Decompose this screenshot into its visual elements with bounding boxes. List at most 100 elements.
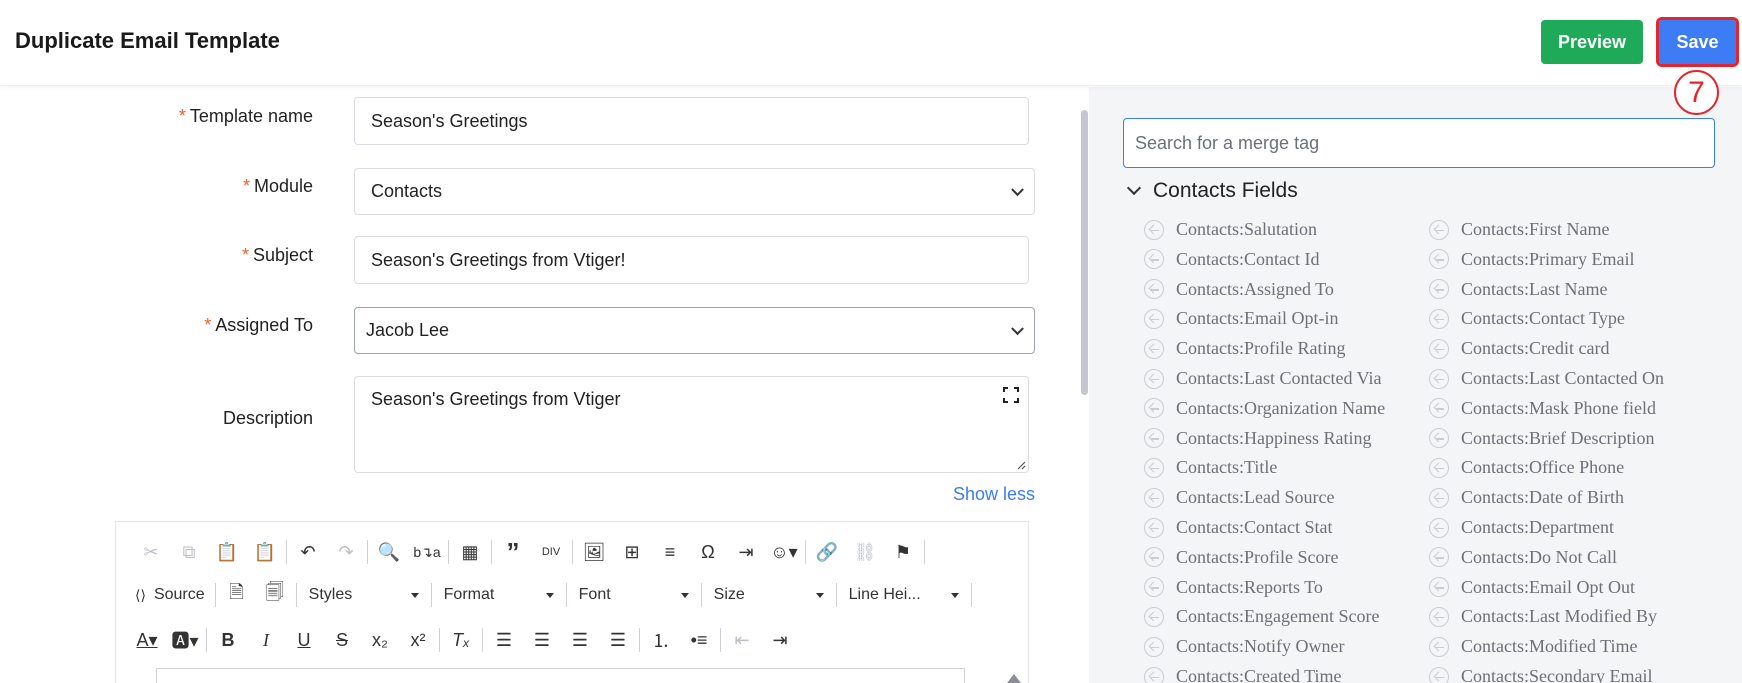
show-less-link[interactable]: Show less — [953, 484, 1035, 505]
create-div-icon[interactable]: DIV — [532, 537, 570, 567]
find-icon[interactable]: 🔍 — [370, 537, 408, 567]
merge-tag-item[interactable]: Contacts:Engagement Score — [1144, 606, 1379, 627]
merge-tag-item[interactable]: Contacts:Organization Name — [1144, 398, 1385, 419]
expand-icon[interactable] — [1003, 387, 1019, 403]
align-center-icon[interactable]: ☰ — [523, 625, 561, 655]
top-bar: Duplicate Email Template Preview Save — [0, 0, 1742, 86]
merge-tag-item[interactable]: Contacts:Modified Time — [1429, 636, 1638, 657]
superscript-icon[interactable]: x² — [399, 625, 437, 655]
description-textarea[interactable]: Season's Greetings from Vtiger — [354, 376, 1029, 473]
scroll-up-arrow-icon[interactable] — [1007, 674, 1021, 683]
bulleted-list-icon[interactable]: •≡ — [680, 625, 718, 655]
merge-tag-item[interactable]: Contacts:Title — [1144, 457, 1277, 478]
merge-tag-item[interactable]: Contacts:Notify Owner — [1144, 636, 1344, 657]
merge-tag-label: Contacts:Reports To — [1176, 576, 1323, 597]
justify-icon[interactable]: ☰ — [599, 625, 637, 655]
horizontal-line-icon[interactable]: ≡ — [651, 537, 689, 567]
form-template-icon[interactable]: ▦ — [451, 537, 489, 567]
merge-tag-item[interactable]: Contacts:Office Phone — [1429, 457, 1624, 478]
undo-icon[interactable]: ↶ — [289, 537, 327, 567]
merge-tag-item[interactable]: Contacts:Profile Rating — [1144, 338, 1345, 359]
merge-tag-item[interactable]: Contacts:Last Contacted On — [1429, 368, 1664, 389]
insert-arrow-icon — [1429, 368, 1449, 389]
resize-grip-icon[interactable] — [1016, 460, 1026, 470]
align-left-icon[interactable]: ☰ — [485, 625, 523, 655]
merge-tag-item[interactable]: Contacts:Happiness Rating — [1144, 428, 1371, 449]
blockquote-icon[interactable]: ” — [494, 537, 532, 567]
insert-arrow-icon — [1144, 457, 1164, 478]
copy-icon[interactable]: ⧉ — [170, 537, 208, 567]
chevron-down-icon — [1126, 180, 1142, 196]
preview-button[interactable]: Preview — [1541, 20, 1643, 64]
bold-icon[interactable]: B — [209, 625, 247, 655]
preview-doc-icon[interactable]: 🗐 — [256, 580, 294, 610]
merge-tag-item[interactable]: Contacts:Email Opt-in — [1144, 308, 1338, 329]
merge-tag-item[interactable]: Contacts:Last Contacted Via — [1144, 368, 1382, 389]
anchor-flag-icon[interactable]: ⚑ — [884, 537, 922, 567]
merge-tag-item[interactable]: Contacts:Date of Birth — [1429, 487, 1624, 508]
merge-tag-item[interactable]: Contacts:Reports To — [1144, 577, 1323, 598]
align-right-icon[interactable]: ☰ — [561, 625, 599, 655]
subject-input[interactable]: Season's Greetings from Vtiger! — [354, 236, 1029, 284]
form-scrollbar[interactable] — [1081, 110, 1088, 395]
template-name-input[interactable]: Season's Greetings — [354, 97, 1029, 145]
image-icon[interactable]: 🖼 — [575, 537, 613, 567]
insert-break-icon[interactable]: ⇥ — [727, 537, 765, 567]
line-height-dropdown[interactable]: Line Hei... — [839, 580, 969, 610]
merge-tag-item[interactable]: Contacts:Department — [1429, 517, 1614, 538]
insert-arrow-icon — [1144, 338, 1164, 359]
merge-tag-item[interactable]: Contacts:Mask Phone field — [1429, 398, 1656, 419]
emoji-icon[interactable]: ☺▾ — [765, 537, 803, 567]
replace-icon[interactable]: b↴a — [408, 537, 446, 567]
merge-tag-item[interactable]: Contacts:Created Time — [1144, 666, 1342, 683]
link-icon[interactable]: 🔗 — [808, 537, 846, 567]
editor-content-area[interactable] — [156, 668, 965, 683]
module-select[interactable]: Contacts — [354, 168, 1035, 215]
assigned-to-select[interactable]: Jacob Lee — [354, 307, 1035, 354]
numbered-list-icon[interactable]: ⒈ — [642, 625, 680, 655]
merge-tag-item[interactable]: Contacts:Primary Email — [1429, 249, 1634, 270]
merge-tag-item[interactable]: Contacts:Brief Description — [1429, 428, 1654, 449]
merge-tag-item[interactable]: Contacts:Lead Source — [1144, 487, 1334, 508]
merge-tag-item[interactable]: Contacts:Email Opt Out — [1429, 577, 1635, 598]
merge-tag-item[interactable]: Contacts:Contact Id — [1144, 249, 1319, 270]
subscript-icon[interactable]: x₂ — [361, 625, 399, 655]
italic-icon[interactable]: I — [247, 625, 285, 655]
decrease-indent-icon[interactable]: ⇤ — [723, 625, 761, 655]
unlink-icon[interactable]: ⛓ — [846, 537, 884, 567]
text-color-icon[interactable]: A▾ — [128, 625, 166, 655]
background-color-icon[interactable]: 🅰▾ — [166, 625, 204, 655]
remove-format-icon[interactable]: Tₓ — [442, 625, 480, 655]
special-character-icon[interactable]: Ω — [689, 537, 727, 567]
contacts-fields-section-header[interactable]: Contacts Fields — [1123, 179, 1298, 203]
merge-tag-label: Contacts:Contact Stat — [1176, 517, 1333, 537]
merge-tag-item[interactable]: Contacts:Assigned To — [1144, 279, 1334, 300]
merge-tag-item[interactable]: Contacts:Salutation — [1144, 219, 1317, 240]
table-icon[interactable]: ⊞ — [613, 537, 651, 567]
merge-tag-search-input[interactable] — [1123, 118, 1715, 168]
increase-indent-icon[interactable]: ⇥ — [761, 625, 799, 655]
merge-tag-item[interactable]: Contacts:First Name — [1429, 219, 1609, 240]
save-button[interactable]: Save — [1656, 17, 1739, 67]
cut-icon[interactable]: ✂ — [132, 537, 170, 567]
size-dropdown[interactable]: Size — [704, 580, 834, 610]
merge-tag-item[interactable]: Contacts:Secondary Email — [1429, 666, 1652, 683]
subject-label: * Subject — [241, 245, 313, 265]
merge-tag-item[interactable]: Contacts:Last Name — [1429, 279, 1607, 300]
source-button[interactable]: ⟨⟩ Source — [131, 580, 213, 610]
redo-icon[interactable]: ↷ — [327, 537, 365, 567]
styles-dropdown[interactable]: Styles — [299, 580, 429, 610]
underline-icon[interactable]: U — [285, 625, 323, 655]
font-dropdown[interactable]: Font — [569, 580, 699, 610]
merge-tag-item[interactable]: Contacts:Profile Score — [1144, 547, 1338, 568]
templates-icon[interactable]: 🗎 — [218, 580, 256, 610]
paste-icon[interactable]: 📋 — [208, 537, 246, 567]
merge-tag-item[interactable]: Contacts:Contact Type — [1429, 308, 1625, 329]
merge-tag-item[interactable]: Contacts:Contact Stat — [1144, 517, 1332, 538]
paste-from-word-icon[interactable]: 📋 — [246, 537, 284, 567]
format-dropdown[interactable]: Format — [434, 580, 564, 610]
merge-tag-item[interactable]: Contacts:Do Not Call — [1429, 547, 1617, 568]
merge-tag-item[interactable]: Contacts:Last Modified By — [1429, 606, 1657, 627]
strikethrough-icon[interactable]: S — [323, 625, 361, 655]
merge-tag-item[interactable]: Contacts:Credit card — [1429, 338, 1609, 359]
